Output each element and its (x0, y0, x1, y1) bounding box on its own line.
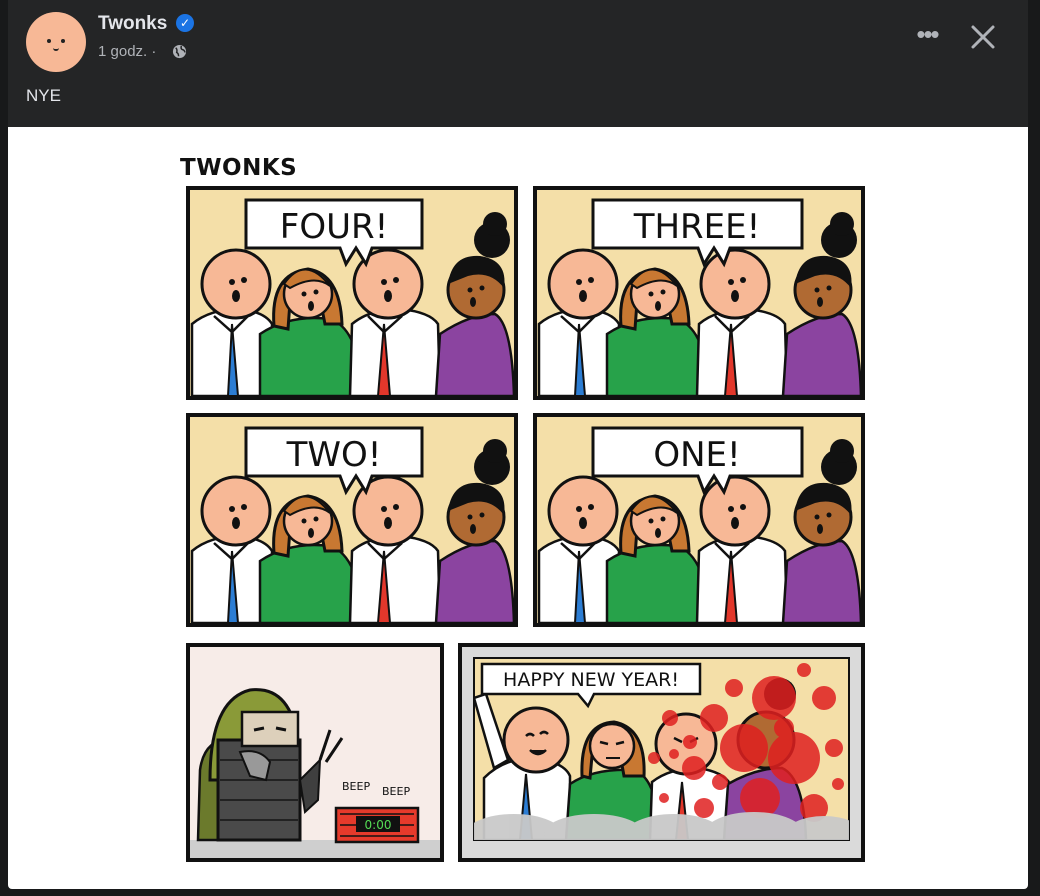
comic-panel-2: THREE! (533, 186, 865, 400)
author-name[interactable]: Twonks (98, 13, 167, 35)
avatar-eye (47, 39, 51, 43)
avatar-mouth (53, 46, 59, 51)
more-options-icon[interactable]: ••• (911, 21, 943, 52)
comic-art: FOUR! THREE! TWO! ONE! 0:00 BEEP BEEP HA… (186, 186, 865, 862)
comic-panel-5: 0:00 BEEP BEEP (186, 643, 444, 862)
post-image[interactable]: TWONKS FOUR! THREE! TWO! ONE! 0:00 BEEP … (8, 127, 1028, 889)
comic-panel-4: ONE! (533, 413, 865, 627)
close-icon[interactable] (968, 22, 998, 52)
comic-strip: TWONKS FOUR! THREE! TWO! ONE! 0:00 BEEP … (170, 140, 870, 880)
post-timestamp[interactable]: 1 godz. · (98, 43, 156, 60)
post-text: NYE (26, 86, 61, 105)
globe-icon (172, 44, 187, 59)
verified-badge-icon: ✓ (176, 14, 194, 32)
avatar-eye (61, 39, 65, 43)
comic-panel-3: TWO! (186, 413, 518, 627)
speech-four: FOUR! (280, 207, 388, 247)
comic-panel-6: HAPPY NEW YEAR! (458, 643, 865, 862)
beep-sound: BEEP (382, 785, 410, 798)
post-header: Twonks ✓ 1 godz. · ••• NYE (8, 0, 1028, 126)
speech-happy-new-year: HAPPY NEW YEAR! (503, 669, 679, 691)
speech-one: ONE! (653, 435, 740, 475)
post-viewer: Twonks ✓ 1 godz. · ••• NYE TWONKS FOUR! … (8, 0, 1028, 889)
comic-title: TWONKS (180, 155, 298, 181)
beep-sound: BEEP (342, 780, 370, 793)
timer-display: 0:00 (365, 818, 392, 832)
speech-three: THREE! (633, 207, 761, 247)
speech-two: TWO! (286, 435, 382, 475)
avatar[interactable] (26, 12, 86, 72)
comic-panel-1: FOUR! (186, 186, 518, 400)
